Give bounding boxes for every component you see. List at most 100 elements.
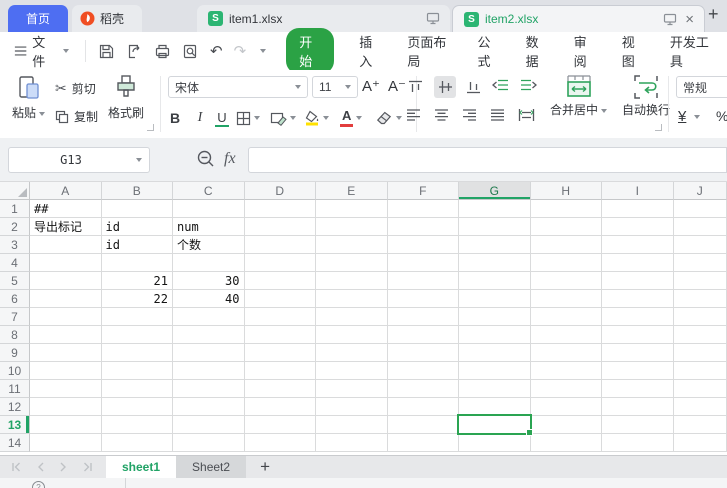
cell-A4[interactable] bbox=[30, 254, 102, 272]
select-all-corner[interactable] bbox=[0, 182, 30, 200]
monitor-icon[interactable] bbox=[663, 13, 677, 26]
cell-J9[interactable] bbox=[674, 344, 727, 362]
cell-G4[interactable] bbox=[459, 254, 531, 272]
column-header-H[interactable]: H bbox=[531, 182, 603, 200]
currency-button[interactable]: ¥ bbox=[678, 108, 700, 125]
next-sheet-icon[interactable] bbox=[59, 461, 68, 473]
column-header-C[interactable]: C bbox=[173, 182, 245, 200]
cell-H9[interactable] bbox=[531, 344, 603, 362]
cell-F4[interactable] bbox=[388, 254, 460, 272]
paste-button[interactable]: 粘贴 bbox=[12, 74, 45, 121]
cell-E4[interactable] bbox=[316, 254, 388, 272]
fx-icon[interactable]: fx bbox=[224, 150, 236, 168]
cell-C8[interactable] bbox=[173, 326, 245, 344]
new-tab-button[interactable]: + bbox=[708, 4, 719, 25]
distributed-align-button[interactable] bbox=[518, 108, 535, 125]
cell-G11[interactable] bbox=[459, 380, 531, 398]
row-header-4[interactable]: 4 bbox=[0, 254, 30, 272]
cell-C1[interactable] bbox=[173, 200, 245, 218]
cell-J4[interactable] bbox=[674, 254, 727, 272]
cell-F3[interactable] bbox=[388, 236, 460, 254]
cell-I2[interactable] bbox=[602, 218, 674, 236]
cell-J1[interactable] bbox=[674, 200, 727, 218]
cell-H13[interactable] bbox=[531, 416, 603, 434]
column-header-I[interactable]: I bbox=[602, 182, 674, 200]
cell-B6[interactable]: 22 bbox=[102, 290, 174, 308]
redo-icon[interactable]: ↷ bbox=[234, 44, 247, 59]
cell-I11[interactable] bbox=[602, 380, 674, 398]
export-icon[interactable] bbox=[126, 43, 143, 60]
cell-E5[interactable] bbox=[316, 272, 388, 290]
cell-E8[interactable] bbox=[316, 326, 388, 344]
increase-font-button[interactable]: A⁺ bbox=[362, 77, 380, 95]
cell-G5[interactable] bbox=[459, 272, 531, 290]
ribbon-tab-insert[interactable]: 插入 bbox=[346, 28, 394, 74]
cell-E7[interactable] bbox=[316, 308, 388, 326]
cell-C6[interactable]: 40 bbox=[173, 290, 245, 308]
cell-A3[interactable] bbox=[30, 236, 102, 254]
cell-J6[interactable] bbox=[674, 290, 727, 308]
format-painter-button[interactable]: 格式刷 bbox=[108, 74, 144, 121]
cell-H11[interactable] bbox=[531, 380, 603, 398]
cell-H4[interactable] bbox=[531, 254, 603, 272]
cell-H3[interactable] bbox=[531, 236, 603, 254]
name-box[interactable]: G13 bbox=[8, 147, 150, 173]
clear-format-button[interactable] bbox=[376, 106, 402, 130]
draw-border-button[interactable] bbox=[270, 106, 296, 130]
cell-E11[interactable] bbox=[316, 380, 388, 398]
cell-C11[interactable] bbox=[173, 380, 245, 398]
cell-E13[interactable] bbox=[316, 416, 388, 434]
cell-F7[interactable] bbox=[388, 308, 460, 326]
cell-G10[interactable] bbox=[459, 362, 531, 380]
cell-G3[interactable] bbox=[459, 236, 531, 254]
cell-A7[interactable] bbox=[30, 308, 102, 326]
cell-H7[interactable] bbox=[531, 308, 603, 326]
row-header-7[interactable]: 7 bbox=[0, 308, 30, 326]
row-header-8[interactable]: 8 bbox=[0, 326, 30, 344]
cell-J3[interactable] bbox=[674, 236, 727, 254]
cell-I9[interactable] bbox=[602, 344, 674, 362]
decrease-font-button[interactable]: A⁻ bbox=[388, 77, 406, 95]
cell-J5[interactable] bbox=[674, 272, 727, 290]
tab-docer[interactable]: 稻壳 bbox=[72, 5, 142, 32]
column-header-D[interactable]: D bbox=[245, 182, 317, 200]
cell-D8[interactable] bbox=[245, 326, 317, 344]
cell-C4[interactable] bbox=[173, 254, 245, 272]
cell-H14[interactable] bbox=[531, 434, 603, 452]
cell-A9[interactable] bbox=[30, 344, 102, 362]
row-header-6[interactable]: 6 bbox=[0, 290, 30, 308]
cell-A6[interactable] bbox=[30, 290, 102, 308]
cell-F9[interactable] bbox=[388, 344, 460, 362]
cell-I7[interactable] bbox=[602, 308, 674, 326]
first-sheet-icon[interactable] bbox=[10, 461, 22, 473]
cell-G2[interactable] bbox=[459, 218, 531, 236]
column-header-F[interactable]: F bbox=[388, 182, 460, 200]
cell-D7[interactable] bbox=[245, 308, 317, 326]
cell-I6[interactable] bbox=[602, 290, 674, 308]
cell-I8[interactable] bbox=[602, 326, 674, 344]
column-header-J[interactable]: J bbox=[674, 182, 727, 200]
cell-J2[interactable] bbox=[674, 218, 727, 236]
cell-I5[interactable] bbox=[602, 272, 674, 290]
cell-H1[interactable] bbox=[531, 200, 603, 218]
ribbon-tab-review[interactable]: 审阅 bbox=[561, 28, 609, 74]
cell-A2[interactable]: 导出标记 bbox=[30, 218, 102, 236]
cell-G14[interactable] bbox=[459, 434, 531, 452]
italic-button[interactable]: I bbox=[190, 106, 210, 130]
ribbon-tab-data[interactable]: 数据 bbox=[513, 28, 561, 74]
cell-B10[interactable] bbox=[102, 362, 174, 380]
tab-home[interactable]: 首页 bbox=[8, 5, 68, 32]
cell-J12[interactable] bbox=[674, 398, 727, 416]
cell-B4[interactable] bbox=[102, 254, 174, 272]
row-header-2[interactable]: 2 bbox=[0, 218, 30, 236]
cell-D9[interactable] bbox=[245, 344, 317, 362]
cell-A11[interactable] bbox=[30, 380, 102, 398]
formula-input[interactable] bbox=[248, 147, 727, 173]
cell-I14[interactable] bbox=[602, 434, 674, 452]
cell-D11[interactable] bbox=[245, 380, 317, 398]
cell-C10[interactable] bbox=[173, 362, 245, 380]
cell-A1[interactable]: ## bbox=[30, 200, 102, 218]
group-dialog-launcher[interactable] bbox=[655, 124, 662, 131]
row-header-11[interactable]: 11 bbox=[0, 380, 30, 398]
cell-D12[interactable] bbox=[245, 398, 317, 416]
